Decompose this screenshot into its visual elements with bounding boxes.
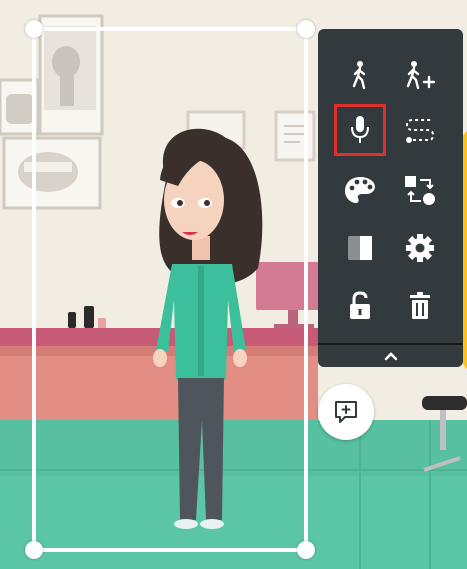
chart-poster bbox=[274, 110, 316, 162]
trash-icon bbox=[410, 292, 430, 319]
contrast-icon bbox=[348, 236, 372, 260]
add-comment-button[interactable] bbox=[318, 384, 374, 440]
walk-icon bbox=[352, 61, 366, 90]
add-comment-icon bbox=[335, 401, 357, 423]
delete-button[interactable] bbox=[391, 277, 449, 335]
motion-path-button[interactable] bbox=[391, 101, 449, 159]
character-toolbar bbox=[318, 29, 463, 367]
video-editor-stage bbox=[0, 0, 467, 569]
chevron-up-icon bbox=[384, 351, 397, 360]
walk-add-button[interactable] bbox=[391, 46, 449, 104]
gear-icon bbox=[406, 234, 434, 262]
settings-button[interactable] bbox=[391, 219, 449, 277]
anatomy-poster bbox=[38, 14, 104, 136]
microphone-icon bbox=[351, 116, 369, 143]
walk-plus-icon bbox=[406, 61, 436, 90]
resize-handle-bottom-right[interactable] bbox=[297, 541, 315, 559]
collapse-toolbar-button[interactable] bbox=[318, 343, 463, 367]
resize-handle-bottom-left[interactable] bbox=[25, 541, 43, 559]
swap-icon bbox=[405, 176, 435, 205]
lock-button[interactable] bbox=[331, 277, 389, 335]
unlock-icon bbox=[350, 291, 370, 319]
resize-handle-top-right[interactable] bbox=[297, 20, 315, 38]
swap-button[interactable] bbox=[391, 161, 449, 219]
walk-button[interactable] bbox=[331, 46, 389, 104]
voice-button[interactable] bbox=[331, 101, 389, 159]
motion-path-icon bbox=[405, 119, 435, 143]
color-button[interactable] bbox=[331, 161, 389, 219]
contrast-button[interactable] bbox=[331, 219, 389, 277]
resize-handle-top-left[interactable] bbox=[25, 20, 43, 38]
palette-icon bbox=[345, 177, 375, 203]
dentures-poster bbox=[2, 136, 102, 210]
